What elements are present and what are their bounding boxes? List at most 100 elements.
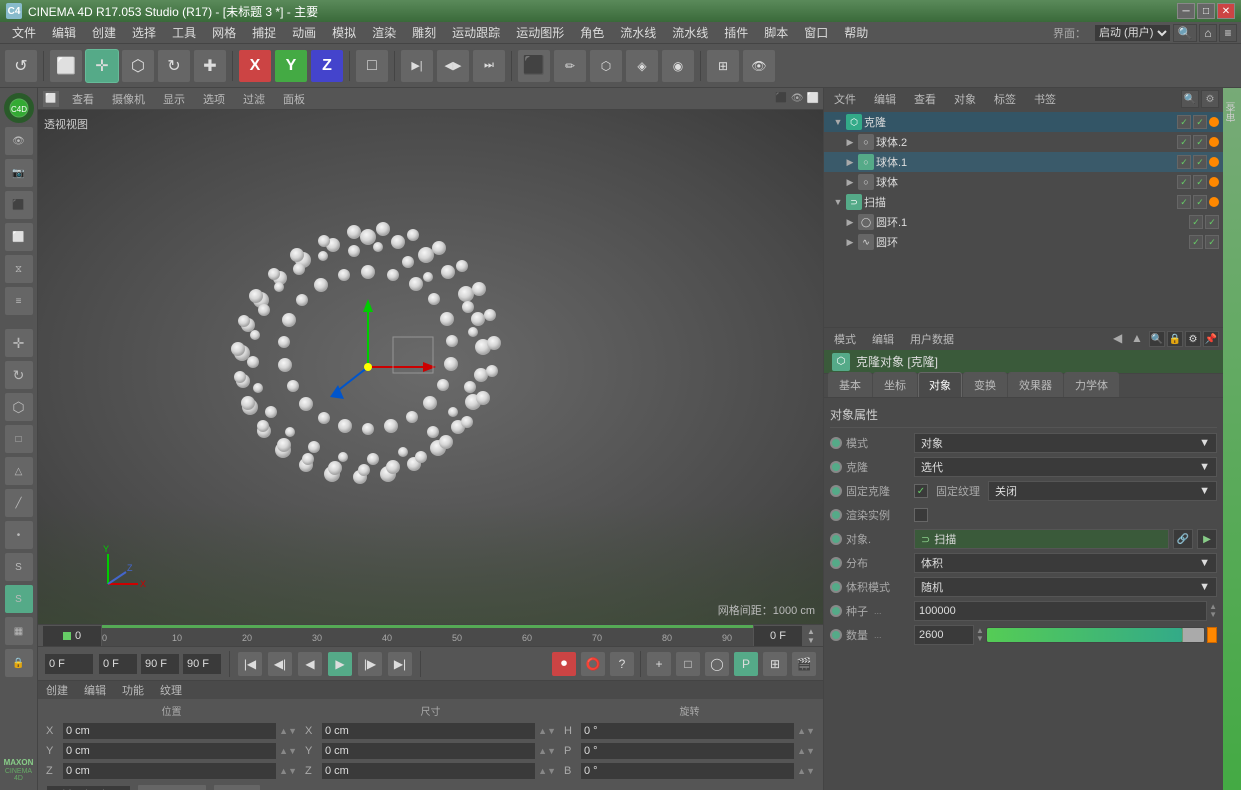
rotate-tool[interactable]: ↻ bbox=[157, 49, 191, 83]
rot-b-arrows[interactable]: ▲▼ bbox=[797, 766, 815, 776]
menu-pipeline2[interactable]: 流水线 bbox=[664, 22, 716, 43]
fixedclone-radio[interactable] bbox=[830, 485, 842, 497]
autokey-btn[interactable]: ⭕ bbox=[580, 651, 606, 677]
vp-grid-btn[interactable]: ⬛ bbox=[775, 93, 787, 104]
pos-y-input[interactable] bbox=[62, 742, 277, 760]
timeline-track[interactable]: 0 10 20 30 40 50 60 70 80 90 bbox=[102, 625, 753, 647]
transform-tool[interactable]: ✚ bbox=[193, 49, 227, 83]
size-y-input[interactable] bbox=[321, 742, 536, 760]
add-key-btn[interactable]: + bbox=[646, 651, 672, 677]
rot-b-input[interactable] bbox=[580, 762, 795, 780]
move-tool[interactable]: ✛ bbox=[85, 49, 119, 83]
om-row-circle1[interactable]: ▶ ◯ 圆环.1 ✓ ✓ bbox=[824, 212, 1223, 232]
menu-sculpt[interactable]: 雕刻 bbox=[404, 22, 444, 43]
rot-h-input[interactable] bbox=[580, 722, 795, 740]
om-tag[interactable]: 标签 bbox=[988, 90, 1022, 108]
sidebtn-spline[interactable]: S bbox=[4, 584, 34, 614]
circle1-expand[interactable]: ▶ bbox=[844, 216, 856, 228]
size-z-input[interactable] bbox=[321, 762, 536, 780]
x-axis[interactable]: X bbox=[238, 49, 272, 83]
menu-render[interactable]: 渲染 bbox=[364, 22, 404, 43]
current-frame-input[interactable] bbox=[44, 653, 94, 675]
viewport-icon[interactable]: ⬜ bbox=[42, 90, 60, 108]
menu-plugins[interactable]: 插件 bbox=[716, 22, 756, 43]
interface-select[interactable]: 启动 (用户) bbox=[1094, 24, 1171, 42]
pp-object-link-btn[interactable]: 🔗 bbox=[1173, 529, 1193, 549]
circle1-render-check[interactable]: ✓ bbox=[1205, 215, 1219, 229]
seed-radio[interactable] bbox=[830, 605, 842, 617]
circle-render-check[interactable]: ✓ bbox=[1205, 235, 1219, 249]
sidebtn-paint[interactable]: S bbox=[4, 552, 34, 582]
sweep-expand[interactable]: ▼ bbox=[832, 196, 844, 208]
pos-x-input[interactable] bbox=[62, 722, 277, 740]
goto-start-btn[interactable]: |◀ bbox=[237, 651, 263, 677]
render-view[interactable]: 👁 bbox=[742, 49, 776, 83]
sphere-render-check[interactable]: ✓ bbox=[1193, 175, 1207, 189]
object-radio[interactable] bbox=[830, 533, 842, 545]
pp-arrow-left[interactable]: ◀ bbox=[1113, 331, 1129, 347]
sidebtn-edge[interactable]: ╱ bbox=[4, 488, 34, 518]
menu-snap[interactable]: 捕捉 bbox=[244, 22, 284, 43]
mode-radio[interactable] bbox=[830, 437, 842, 449]
y-axis[interactable]: Y bbox=[274, 49, 308, 83]
menu-select[interactable]: 选择 bbox=[124, 22, 164, 43]
om-row-clone[interactable]: ▼ ⬡ 克隆 ✓ ✓ bbox=[824, 112, 1223, 132]
clone-render-check[interactable]: ✓ bbox=[1193, 115, 1207, 129]
animation-btn1[interactable]: ▶| bbox=[400, 49, 434, 83]
pp-tab-object[interactable]: 对象 bbox=[918, 372, 962, 397]
circle-expand[interactable]: ▶ bbox=[844, 236, 856, 248]
clone-expand[interactable]: ▼ bbox=[832, 116, 844, 128]
renderinstance-check[interactable] bbox=[914, 508, 928, 522]
motion-btn[interactable]: P bbox=[733, 651, 759, 677]
menu-create[interactable]: 创建 bbox=[84, 22, 124, 43]
sphere2-vis-check[interactable]: ✓ bbox=[1177, 135, 1191, 149]
keyframe-btn[interactable]: ? bbox=[609, 651, 635, 677]
select-tool[interactable]: ⬜ bbox=[49, 49, 83, 83]
goto-end-btn[interactable]: ▶| bbox=[387, 651, 413, 677]
object-mode[interactable]: □ bbox=[355, 49, 389, 83]
minimize-button[interactable]: ─ bbox=[1177, 3, 1195, 19]
sidebtn-scale[interactable]: ⬡ bbox=[4, 392, 34, 422]
sphere2-expand[interactable]: ▶ bbox=[844, 136, 856, 148]
vp-view[interactable]: 查看 bbox=[66, 89, 100, 109]
vp-maximize-btn[interactable]: ⬜ bbox=[807, 93, 819, 104]
pos-z-input[interactable] bbox=[62, 762, 277, 780]
sweep-vis-check[interactable]: ✓ bbox=[1177, 195, 1191, 209]
count-radio[interactable] bbox=[830, 629, 842, 641]
clone-radio[interactable] bbox=[830, 461, 842, 473]
step-back-btn[interactable]: ◀| bbox=[267, 651, 293, 677]
timeline-scroll-down[interactable]: ▼ bbox=[807, 636, 815, 645]
pp-distribution-dropdown[interactable]: 体积 ▼ bbox=[914, 553, 1217, 573]
pp-mode-dropdown[interactable]: 对象 ▼ bbox=[914, 433, 1217, 453]
pp-tab-coords[interactable]: 坐标 bbox=[873, 372, 917, 397]
om-row-sphere[interactable]: ▶ ○ 球体 ✓ ✓ bbox=[824, 172, 1223, 192]
pp-edit[interactable]: 编辑 bbox=[866, 330, 900, 348]
undo-button[interactable]: ↺ bbox=[4, 49, 38, 83]
clone-vis-check[interactable]: ✓ bbox=[1177, 115, 1191, 129]
size-z-arrows[interactable]: ▲▼ bbox=[538, 766, 556, 776]
close-button[interactable]: ✕ bbox=[1217, 3, 1235, 19]
sidebtn-move[interactable]: ✛ bbox=[4, 328, 34, 358]
vp-panel[interactable]: 面板 bbox=[277, 89, 311, 109]
sidebtn-lock[interactable]: 🔒 bbox=[4, 648, 34, 678]
sphere1-vis-check[interactable]: ✓ bbox=[1177, 155, 1191, 169]
circle-vis-check[interactable]: ✓ bbox=[1189, 235, 1203, 249]
grid-play-btn[interactable]: ⊞ bbox=[762, 651, 788, 677]
om-edit[interactable]: 编辑 bbox=[868, 90, 902, 108]
menu-tools[interactable]: 工具 bbox=[164, 22, 204, 43]
sidebtn-point[interactable]: • bbox=[4, 520, 34, 550]
transform-mode-select[interactable]: 对象 (相对) bbox=[46, 785, 131, 790]
pp-pin[interactable]: 📌 bbox=[1203, 331, 1219, 347]
apply-btn[interactable]: 应用 bbox=[213, 784, 261, 790]
om-row-sweep[interactable]: ▼ ⊃ 扫描 ✓ ✓ bbox=[824, 192, 1223, 212]
timeline-btn[interactable]: ◯ bbox=[704, 651, 730, 677]
play-back-btn[interactable]: ◀ bbox=[297, 651, 323, 677]
om-object[interactable]: 对象 bbox=[948, 90, 982, 108]
vtab-review[interactable]: 审查 bbox=[1223, 96, 1241, 128]
sphere1-render-check[interactable]: ✓ bbox=[1193, 155, 1207, 169]
distribution-radio[interactable] bbox=[830, 557, 842, 569]
om-view[interactable]: 查看 bbox=[908, 90, 942, 108]
scale-tool[interactable]: ⬡ bbox=[121, 49, 155, 83]
count-input[interactable] bbox=[914, 625, 974, 645]
om-search[interactable]: 🔍 bbox=[1181, 90, 1199, 108]
